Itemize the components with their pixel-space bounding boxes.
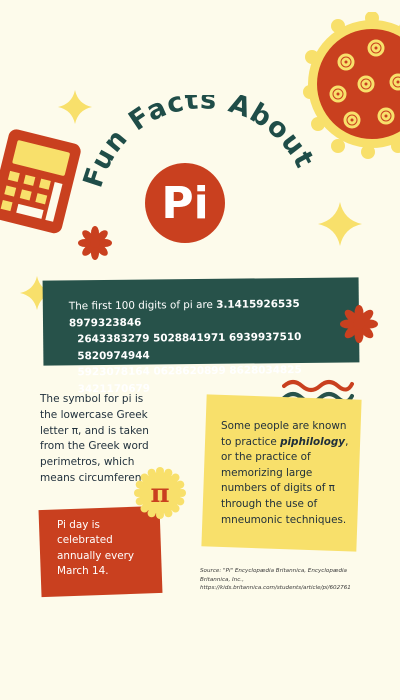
- digits-line-1: The first 100 digits of pi are 3.1415926…: [68, 297, 300, 329]
- pi-title-word: Pi: [161, 177, 209, 229]
- piphilology-term: piphilology: [280, 435, 346, 448]
- source-citation: Source: "Pi" Encyclopædia Britannica, En…: [200, 568, 351, 592]
- piphilology-fact: Some people are known to practice piphil…: [221, 420, 349, 526]
- pi-digits-card: The first 100 digits of pi are 3.1415926…: [42, 277, 360, 395]
- pi-day-fact: Pi day is celebrated annually every Marc…: [57, 519, 135, 578]
- flower-icon: [340, 305, 378, 343]
- pi-badge: π: [134, 467, 186, 519]
- digits-line-2: 2643383279 5028841971 6939937510 5820974…: [77, 330, 302, 362]
- pi-symbol: π: [150, 479, 169, 509]
- pi-title-circle: Pi: [145, 163, 225, 243]
